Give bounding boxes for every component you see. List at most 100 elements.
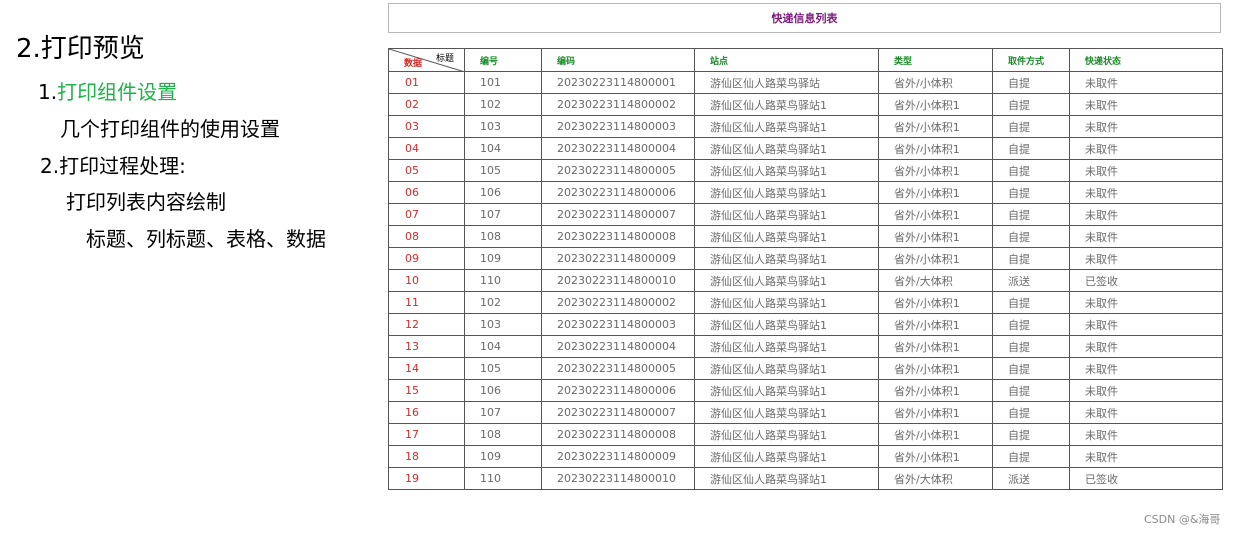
table-cell: 游仙区仙人路菜鸟驿站1	[694, 137, 879, 160]
table-cell: 省外/大体积	[878, 467, 993, 490]
row-index: 08	[388, 225, 465, 248]
table-cell: 自提	[992, 203, 1070, 226]
table-cell: 未取件	[1069, 115, 1223, 138]
table-cell: 20230223114800004	[541, 137, 695, 160]
watermark: CSDN @&海哥	[1144, 513, 1221, 526]
table-cell: 游仙区仙人路菜鸟驿站1	[694, 467, 879, 490]
table-cell: 省外/小体积1	[878, 115, 993, 138]
table-cell: 自提	[992, 225, 1070, 248]
table-cell: 自提	[992, 137, 1070, 160]
table-cell: 109	[464, 445, 542, 468]
table-cell: 107	[464, 203, 542, 226]
table-cell: 106	[464, 379, 542, 402]
table-cell: 未取件	[1069, 423, 1223, 446]
table-cell: 20230223114800009	[541, 247, 695, 270]
table-cell: 106	[464, 181, 542, 204]
table-cell: 未取件	[1069, 203, 1223, 226]
col-header: 取件方式	[992, 48, 1070, 72]
table-row: 13 104 20230223114800004 游仙区仙人路菜鸟驿站1 省外/小体积1…	[388, 335, 1223, 358]
table-row: 11 102 20230223114800002 游仙区仙人路菜鸟驿站1 省外/小体积1…	[388, 291, 1223, 314]
table-cell: 110	[464, 467, 542, 490]
row-index: 05	[388, 159, 465, 182]
table-cell: 省外/小体积	[878, 71, 993, 94]
table-cell: 20230223114800002	[541, 93, 695, 116]
table-cell: 20230223114800010	[541, 467, 695, 490]
table-cell: 20230223114800008	[541, 225, 695, 248]
table-cell: 游仙区仙人路菜鸟驿站1	[694, 291, 879, 314]
row-index: 15	[388, 379, 465, 402]
table-cell: 20230223114800005	[541, 357, 695, 380]
col-header: 快递状态	[1069, 48, 1223, 72]
table-cell: 省外/大体积	[878, 269, 993, 292]
table-cell: 20230223114800002	[541, 291, 695, 314]
table-cell: 未取件	[1069, 93, 1223, 116]
table-cell: 自提	[992, 159, 1070, 182]
table-cell: 未取件	[1069, 335, 1223, 358]
table-cell: 108	[464, 225, 542, 248]
table-cell: 105	[464, 159, 542, 182]
table-row: 16 107 20230223114800007 游仙区仙人路菜鸟驿站1 省外/小体积1…	[388, 401, 1223, 424]
row-index: 14	[388, 357, 465, 380]
table-cell: 20230223114800010	[541, 269, 695, 292]
table-title: 快递信息列表	[388, 3, 1221, 33]
table-cell: 游仙区仙人路菜鸟驿站1	[694, 401, 879, 424]
express-table: 标题 数据 编号 编码 站点 类型 取件方式 快递状态 01 101 2023022…	[388, 48, 1223, 490]
table-cell: 未取件	[1069, 401, 1223, 424]
table-cell: 未取件	[1069, 181, 1223, 204]
row-index: 13	[388, 335, 465, 358]
table-row: 12 103 20230223114800003 游仙区仙人路菜鸟驿站1 省外/小体积1…	[388, 313, 1223, 336]
table-cell: 未取件	[1069, 159, 1223, 182]
outline-item-1-prefix: 1.	[38, 80, 58, 104]
table-cell: 游仙区仙人路菜鸟驿站1	[694, 313, 879, 336]
corner-label-title: 标题	[435, 54, 454, 64]
table-row: 08 108 20230223114800008 游仙区仙人路菜鸟驿站1 省外/小体积1…	[388, 225, 1223, 248]
table-cell: 游仙区仙人路菜鸟驿站	[694, 71, 879, 94]
table-cell: 20230223114800001	[541, 71, 695, 94]
table-cell: 未取件	[1069, 313, 1223, 336]
table-cell: 游仙区仙人路菜鸟驿站1	[694, 423, 879, 446]
table-cell: 107	[464, 401, 542, 424]
table-row: 04 104 20230223114800004 游仙区仙人路菜鸟驿站1 省外/小体积1…	[388, 137, 1223, 160]
table-cell: 20230223114800007	[541, 401, 695, 424]
table-cell: 自提	[992, 313, 1070, 336]
table-cell: 自提	[992, 379, 1070, 402]
row-index: 06	[388, 181, 465, 204]
row-index: 01	[388, 71, 465, 94]
table-cell: 102	[464, 93, 542, 116]
col-header: 编号	[464, 48, 542, 72]
table-cell: 103	[464, 115, 542, 138]
table-row: 05 105 20230223114800005 游仙区仙人路菜鸟驿站1 省外/小体积1…	[388, 159, 1223, 182]
table-cell: 省外/小体积1	[878, 203, 993, 226]
table-cell: 未取件	[1069, 71, 1223, 94]
header-row: 标题 数据 编号 编码 站点 类型 取件方式 快递状态	[388, 48, 1223, 72]
table-cell: 自提	[992, 445, 1070, 468]
table-cell: 20230223114800003	[541, 313, 695, 336]
outline-item-1-desc: 几个打印组件的使用设置	[60, 117, 280, 141]
table-cell: 102	[464, 291, 542, 314]
table-cell: 省外/小体积1	[878, 137, 993, 160]
table-cell: 未取件	[1069, 357, 1223, 380]
table-cell: 未取件	[1069, 247, 1223, 270]
table-row: 09 109 20230223114800009 游仙区仙人路菜鸟驿站1 省外/小体积1…	[388, 247, 1223, 270]
table-cell: 103	[464, 313, 542, 336]
table-row: 19 110 20230223114800010 游仙区仙人路菜鸟驿站1 省外/大体积派…	[388, 467, 1223, 490]
table-cell: 20230223114800004	[541, 335, 695, 358]
table-cell: 游仙区仙人路菜鸟驿站1	[694, 445, 879, 468]
table-cell: 游仙区仙人路菜鸟驿站1	[694, 335, 879, 358]
table-cell: 已签收	[1069, 467, 1223, 490]
table-cell: 108	[464, 423, 542, 446]
row-index: 19	[388, 467, 465, 490]
row-index: 04	[388, 137, 465, 160]
table-cell: 省外/小体积1	[878, 357, 993, 380]
table-cell: 省外/小体积1	[878, 225, 993, 248]
table-cell: 104	[464, 137, 542, 160]
corner-header: 标题 数据	[388, 48, 465, 72]
outline-item-2-detail: 标题、列标题、表格、数据	[86, 227, 326, 251]
table-cell: 110	[464, 269, 542, 292]
table-cell: 未取件	[1069, 225, 1223, 248]
table-cell: 省外/小体积1	[878, 247, 993, 270]
table-cell: 自提	[992, 335, 1070, 358]
table-cell: 自提	[992, 115, 1070, 138]
outline-item-2-sub: 打印列表内容绘制	[66, 190, 226, 214]
table-row: 10 110 20230223114800010 游仙区仙人路菜鸟驿站1 省外/大体积派…	[388, 269, 1223, 292]
